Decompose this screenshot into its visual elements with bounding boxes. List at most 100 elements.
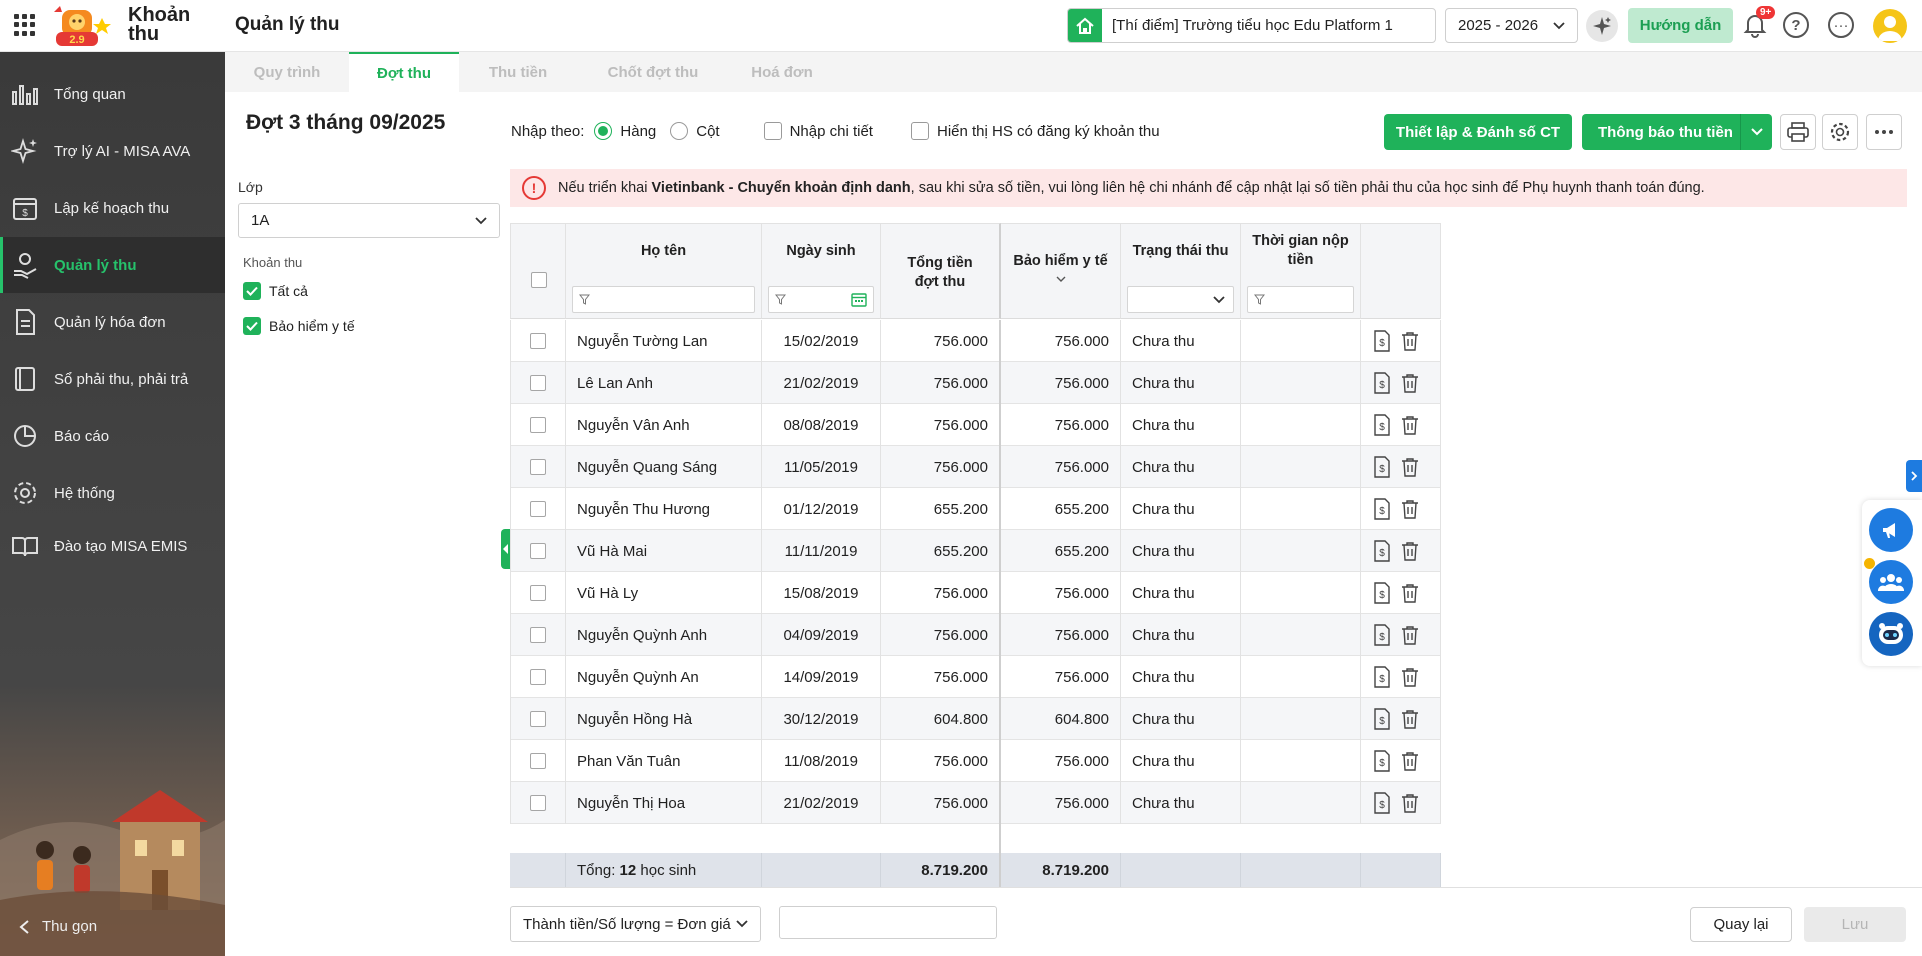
guide-button[interactable]: Hướng dẫn [1628,8,1733,43]
cell-insurance[interactable]: 756.000 [1001,614,1121,656]
row-select[interactable] [510,614,566,656]
table-row[interactable]: Nguyễn Thị Hoa 21/02/2019 756.000 756.00… [510,782,1441,824]
row-checkbox[interactable] [530,627,546,643]
fee-option-all[interactable]: Tất cả [243,282,308,300]
row-checkbox[interactable] [530,753,546,769]
cell-insurance[interactable]: 604.800 [1001,698,1121,740]
detail-input-toggle[interactable]: Nhập chi tiết [763,122,873,140]
row-select[interactable] [510,404,566,446]
more-icon[interactable]: ··· [1828,12,1854,38]
radio-icon[interactable] [670,122,689,140]
paid-time-filter-input[interactable] [1247,286,1354,313]
row-select[interactable] [510,740,566,782]
receipt-icon[interactable]: $ [1373,414,1391,436]
table-row[interactable]: Phan Văn Tuân 11/08/2019 756.000 756.000… [510,740,1441,782]
cell-insurance[interactable]: 655.200 [1001,530,1121,572]
sidebar-item-overview[interactable]: Tổng quan [0,66,225,122]
community-icon[interactable] [1869,560,1913,604]
trash-icon[interactable] [1401,457,1419,477]
table-row[interactable]: Nguyễn Thu Hương 01/12/2019 655.200 655.… [510,488,1441,530]
table-row[interactable]: Nguyễn Tường Lan 15/02/2019 756.000 756.… [510,320,1441,362]
settings-button[interactable] [1822,114,1858,150]
table-row[interactable]: Nguyễn Vân Anh 08/08/2019 756.000 756.00… [510,404,1441,446]
table-row[interactable]: Vũ Hà Mai 11/11/2019 655.200 655.200 Chư… [510,530,1441,572]
class-select[interactable]: 1A [238,203,500,238]
row-select[interactable] [510,530,566,572]
receipt-icon[interactable]: $ [1373,498,1391,520]
notify-payment-button[interactable]: Thông báo thu tiền [1582,114,1772,150]
receipt-icon[interactable]: $ [1373,582,1391,604]
sidebar-item-ledger[interactable]: Sổ phải thu, phải trả [0,351,225,407]
back-button[interactable]: Quay lại [1690,907,1792,942]
sidebar-item-planning[interactable]: $ Lập kế hoạch thu [0,180,225,236]
trash-icon[interactable] [1401,583,1419,603]
receipt-icon[interactable]: $ [1373,708,1391,730]
checkbox-icon[interactable] [763,122,782,140]
trash-icon[interactable] [1401,373,1419,393]
cell-insurance[interactable]: 756.000 [1001,362,1121,404]
cell-insurance[interactable]: 756.000 [1001,320,1121,362]
tab-process[interactable]: Quy trình [225,52,349,92]
input-mode-column[interactable]: Cột [670,122,720,140]
checkbox-icon[interactable] [910,122,929,140]
checkbox-checked-icon[interactable] [243,317,261,335]
trash-icon[interactable] [1401,667,1419,687]
receipt-icon[interactable]: $ [1373,456,1391,478]
cell-insurance[interactable]: 756.000 [1001,782,1121,824]
row-select[interactable] [510,698,566,740]
input-mode-row[interactable]: Hàng [594,122,656,140]
formula-input[interactable] [779,906,997,939]
sidebar-item-training[interactable]: Đào tạo MISA EMIS [0,518,225,574]
trash-icon[interactable] [1401,499,1419,519]
row-checkbox[interactable] [530,375,546,391]
row-checkbox[interactable] [530,669,546,685]
table-row[interactable]: Nguyễn Quỳnh Anh 04/09/2019 756.000 756.… [510,614,1441,656]
cell-insurance[interactable]: 756.000 [1001,740,1121,782]
cell-insurance[interactable]: 655.200 [1001,488,1121,530]
megaphone-icon[interactable] [1869,508,1913,552]
trash-icon[interactable] [1401,793,1419,813]
row-checkbox[interactable] [530,711,546,727]
home-icon[interactable] [1068,9,1102,42]
trash-icon[interactable] [1401,415,1419,435]
sidebar-item-invoices[interactable]: Quản lý hóa đơn [0,294,225,350]
row-select[interactable] [510,572,566,614]
receipt-icon[interactable]: $ [1373,372,1391,394]
table-row[interactable]: Vũ Hà Ly 15/08/2019 756.000 756.000 Chưa… [510,572,1441,614]
print-button[interactable] [1780,114,1816,150]
school-selector[interactable]: [Thí điểm] Trường tiểu học Edu Platform … [1067,8,1436,43]
tab-collection-batch[interactable]: Đợt thu [349,52,459,92]
collapse-sidebar-button[interactable]: Thu gọn [18,918,97,935]
receipt-icon[interactable]: $ [1373,666,1391,688]
tab-invoice[interactable]: Hoá đơn [729,52,835,92]
trash-icon[interactable] [1401,625,1419,645]
show-registered-toggle[interactable]: Hiển thị HS có đăng ký khoản thu [910,122,1160,140]
trash-icon[interactable] [1401,709,1419,729]
help-circle-icon[interactable]: ? [1783,12,1809,38]
sidebar-item-reports[interactable]: Báo cáo [0,408,225,464]
receipt-icon[interactable]: $ [1373,750,1391,772]
row-select[interactable] [510,488,566,530]
trash-icon[interactable] [1401,331,1419,351]
school-year-select[interactable]: 2025 - 2026 [1445,8,1578,43]
row-select[interactable] [510,362,566,404]
receipt-icon[interactable]: $ [1373,792,1391,814]
table-row[interactable]: Nguyễn Quang Sáng 11/05/2019 756.000 756… [510,446,1441,488]
ai-sparkle-icon[interactable] [1586,10,1618,42]
row-checkbox[interactable] [530,333,546,349]
status-filter-select[interactable] [1127,286,1234,313]
row-checkbox[interactable] [530,501,546,517]
chevron-down-icon[interactable] [1056,276,1066,283]
receipt-icon[interactable]: $ [1373,540,1391,562]
tab-collect-money[interactable]: Thu tiền [459,52,577,92]
row-select[interactable] [510,782,566,824]
row-checkbox[interactable] [530,459,546,475]
avatar[interactable] [1873,9,1907,43]
row-select[interactable] [510,446,566,488]
sidebar-item-system[interactable]: Hệ thống [0,465,225,521]
name-filter-input[interactable] [572,286,755,313]
sidebar-item-ai-assistant[interactable]: Trợ lý AI - MISA AVA [0,123,225,179]
formula-select[interactable]: Thành tiền/Số lượng = Đơn giá [510,906,761,942]
collapse-panel-toggle[interactable] [501,529,510,569]
more-actions-button[interactable] [1866,114,1902,150]
